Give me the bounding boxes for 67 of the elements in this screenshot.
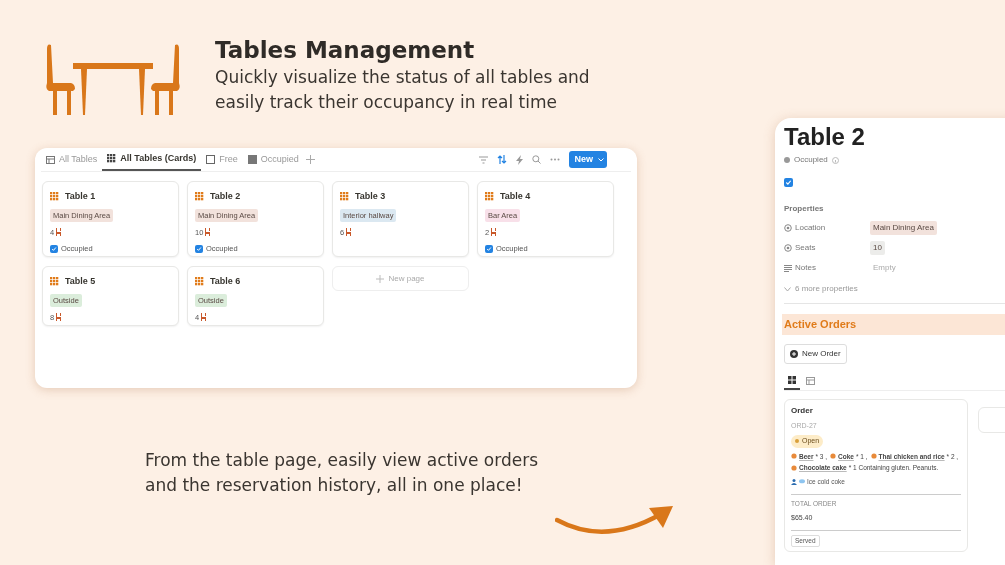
grid-icon	[195, 277, 204, 287]
page-heading: Table 2	[784, 122, 866, 152]
checkbox[interactable]	[195, 244, 203, 253]
speech-bubble-icon	[799, 479, 805, 485]
food-icon	[830, 453, 837, 460]
card-title: Order	[791, 404, 814, 417]
card-title: Table 6	[210, 275, 241, 288]
circle-dot-icon	[784, 224, 792, 232]
caret-icon	[598, 157, 604, 162]
plus-circle-icon	[790, 349, 798, 358]
card-title: Table 3	[355, 190, 386, 203]
checkbox[interactable]	[50, 244, 58, 253]
card-title: Table 5	[65, 275, 96, 288]
grid-icon	[340, 192, 349, 202]
grid-icon	[485, 192, 494, 202]
new-order-button[interactable]: New Order	[784, 343, 847, 364]
subtitle-line: Quickly visualize the status of all tables and	[215, 66, 590, 89]
card-title: Table 1	[65, 190, 96, 203]
new-button[interactable]: New	[569, 151, 607, 168]
property-label: Location	[795, 222, 826, 234]
caption-line: From the table page, easily view active orders	[145, 449, 539, 472]
filter-icon[interactable]	[479, 155, 489, 164]
empty-square-icon	[206, 155, 216, 164]
property-label: Seats	[795, 242, 816, 254]
circle-dot-icon	[784, 244, 792, 252]
property-label: Notes	[795, 262, 816, 274]
grid-icon	[195, 192, 204, 202]
checkbox[interactable]	[485, 244, 493, 253]
lightning-icon[interactable]	[516, 154, 524, 165]
chair-icon	[200, 313, 208, 322]
table-icon	[46, 155, 55, 164]
page-title: Tables Management	[215, 36, 476, 65]
status-dot-icon	[795, 439, 799, 444]
property-value[interactable]: 10	[870, 241, 885, 255]
view-tab[interactable]: All Tables (Cards)	[102, 148, 202, 171]
section-heading: Active Orders	[782, 314, 1005, 335]
grid-icon	[107, 154, 117, 163]
sort-icon[interactable]	[497, 155, 508, 164]
chair-icon	[490, 228, 498, 237]
property-label: Occupied	[794, 154, 828, 166]
plus-icon[interactable]	[305, 155, 315, 164]
section-heading: Properties	[784, 203, 825, 215]
checkbox[interactable]	[784, 178, 793, 187]
caption-line: and the reservation history, all in one place!	[145, 474, 524, 497]
more-icon[interactable]	[550, 158, 561, 161]
status-dot-icon	[784, 157, 790, 163]
board-view-icon	[788, 375, 796, 384]
chair-icon	[345, 228, 353, 237]
info-icon	[831, 156, 839, 164]
chair-icon	[55, 228, 63, 237]
chair-icon	[204, 228, 212, 237]
search-icon[interactable]	[532, 155, 542, 164]
chevron-icon	[784, 286, 791, 292]
table-view-icon	[806, 376, 815, 385]
person-icon	[791, 478, 797, 485]
grid-icon	[50, 192, 59, 202]
subtitle-line: easily track their occupancy in real time	[215, 91, 558, 114]
lines-icon	[784, 264, 792, 272]
plus-icon	[376, 274, 385, 283]
property-value[interactable]: Main Dining Area	[870, 221, 937, 235]
card-title: Table 4	[500, 190, 531, 203]
chair-icon	[55, 313, 63, 322]
grid-icon	[50, 277, 59, 287]
table-chairs-icon	[45, 43, 181, 115]
filled-square-icon	[247, 155, 257, 164]
food-icon	[870, 453, 877, 460]
card-title: Table 2	[210, 190, 241, 203]
